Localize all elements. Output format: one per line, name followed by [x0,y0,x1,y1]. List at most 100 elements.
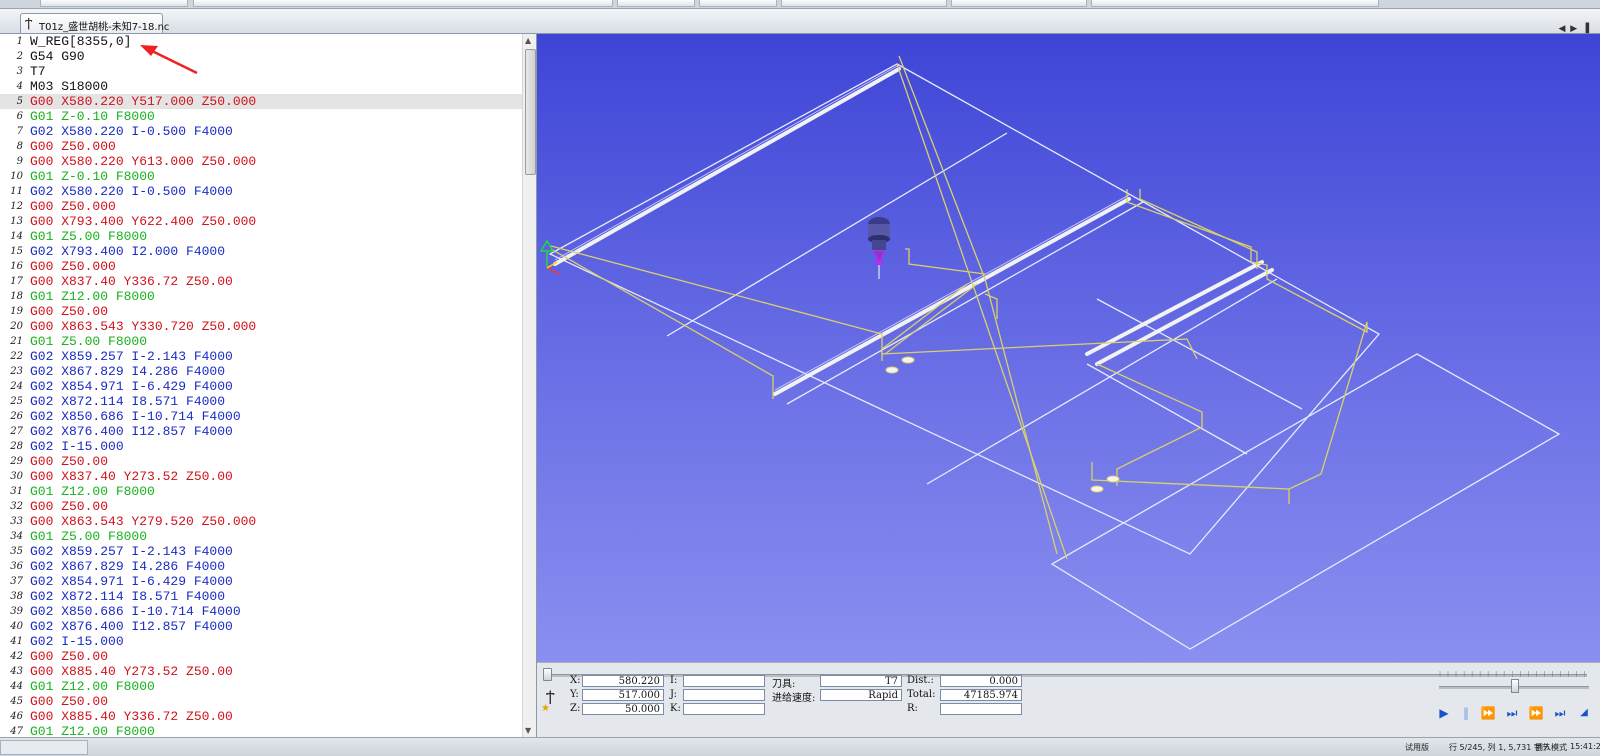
code-line[interactable]: 44 G01 Z12.00 F8000 [0,679,522,694]
code-line[interactable]: 34 G01 Z5.00 F8000 [0,529,522,544]
tab-nav-arrows-icon[interactable]: ◀ ▶ ▐ [1559,24,1591,34]
code-line[interactable]: 22 G02 X859.257 I-2.143 F4000 [0,349,522,364]
toolbar-dropdown-other[interactable] [951,0,1087,7]
code-text: G00 Z50.00 [30,694,109,709]
code-text: G01 Z12.00 F8000 [30,679,155,694]
code-line[interactable]: 30 G00 X837.40 Y273.52 Z50.00 [0,469,522,484]
code-line[interactable]: 45 G00 Z50.00 [0,694,522,709]
code-line[interactable]: 4 M03 S18000 [0,79,522,94]
code-line[interactable]: 26 G02 X850.686 I-10.714 F4000 [0,409,522,424]
code-line[interactable]: 13 G00 X793.400 Y622.400 Z50.000 [0,214,522,229]
status-left-pane [0,740,88,755]
code-line[interactable]: 39 G02 X850.686 I-10.714 F4000 [0,604,522,619]
code-line[interactable]: 8 G00 Z50.000 [0,139,522,154]
code-text: G02 X867.829 I4.286 F4000 [30,364,226,379]
y-label: Y: [570,689,579,700]
code-line[interactable]: 17 G00 X837.40 Y336.72 Z50.00 [0,274,522,289]
code-line[interactable]: 28 G02 I-15.000 [0,439,522,454]
code-line[interactable]: 36 G02 X867.829 I4.286 F4000 [0,559,522,574]
code-text: G00 Z50.000 [30,139,116,154]
code-line[interactable]: 10 G01 Z-0.10 F8000 [0,169,522,184]
line-number: 23 [10,366,23,377]
code-line[interactable]: 33 G00 X863.543 Y279.520 Z50.000 [0,514,522,529]
code-text: G00 X885.40 Y273.52 Z50.00 [30,664,233,679]
code-line[interactable]: 38 G02 X872.114 I8.571 F4000 [0,589,522,604]
toolbar-dropdown-solid[interactable] [781,0,947,7]
step-forward-icon[interactable]: ⏩ [1480,705,1496,721]
code-line[interactable]: 47 G01 Z12.00 F8000 [0,724,522,737]
code-line[interactable]: 21 G01 Z5.00 F8000 [0,334,522,349]
step-end-icon[interactable]: ⏭ [1552,705,1568,721]
code-line[interactable]: 18 G01 Z12.00 F8000 [0,289,522,304]
code-line[interactable]: 15 G02 X793.400 I2.000 F4000 [0,244,522,259]
scroll-down-icon[interactable]: ▼ [525,726,531,735]
code-line[interactable]: 12 G00 Z50.000 [0,199,522,214]
line-number: 38 [10,591,23,602]
feed-field: Rapid [820,689,902,701]
code-line[interactable]: 42 G00 Z50.00 [0,649,522,664]
line-number: 45 [10,696,23,707]
i-label: I: [670,675,678,686]
code-text: G02 I-15.000 [30,634,124,649]
step-tool-icon[interactable]: ⏭ [1504,705,1520,721]
code-line[interactable]: 9 G00 X580.220 Y613.000 Z50.000 [0,154,522,169]
red-annotation-arrow [140,45,198,75]
code-line[interactable]: 5 G00 X580.220 Y517.000 Z50.000 [0,94,522,109]
speed-slider-thumb[interactable] [1511,679,1519,693]
code-line[interactable]: 24 G02 X854.971 I-6.429 F4000 [0,379,522,394]
pause-icon[interactable]: ‖ [1458,705,1474,721]
i-field [683,675,765,687]
line-number: 12 [10,201,23,212]
step-z-icon[interactable]: ⏩ [1528,705,1544,721]
code-line[interactable]: 31 G01 Z12.00 F8000 [0,484,522,499]
toolbar-dropdown-toolpath[interactable] [617,0,695,7]
line-number: 4 [16,81,23,92]
gcode-editor[interactable]: 1 W_REG[8355,0] 2 G54 G90 3 T7 4 M03 S18000 5 G00… [0,34,537,737]
line-number: 20 [10,321,23,332]
status-time: 15:41:20 [1570,742,1600,751]
code-text: G01 Z12.00 F8000 [30,289,155,304]
toolpath-3d-viewport[interactable] [537,34,1600,662]
code-line[interactable]: 23 G02 X867.829 I4.286 F4000 [0,364,522,379]
line-number: 13 [10,216,23,227]
code-line[interactable]: 19 G00 Z50.00 [0,304,522,319]
line-number: 46 [10,711,23,722]
code-text: G01 Z5.00 F8000 [30,334,148,349]
rapid-moves [550,55,1368,560]
code-line[interactable]: 6 G01 Z-0.10 F8000 [0,109,522,124]
code-text: G02 X854.971 I-6.429 F4000 [30,574,233,589]
code-line[interactable]: 41 G02 I-15.000 [0,634,522,649]
toolbar-dropdown-search[interactable] [1091,0,1379,7]
code-line[interactable]: 46 G00 X885.40 Y336.72 Z50.00 [0,709,522,724]
code-line[interactable]: 7 G02 X580.220 I-0.500 F4000 [0,124,522,139]
line-number: 25 [10,396,23,407]
code-text: G00 X863.543 Y279.520 Z50.000 [30,514,257,529]
code-line[interactable]: 35 G02 X859.257 I-2.143 F4000 [0,544,522,559]
resize-grip-icon[interactable]: ◢ [1576,705,1592,721]
progress-slider-thumb[interactable] [543,668,552,681]
code-line[interactable]: 40 G02 X876.400 I12.857 F4000 [0,619,522,634]
status-insert: 插入模式 [1535,743,1567,752]
toolbar-dropdown-view[interactable] [193,0,613,7]
toolbar-dropdown-tool[interactable] [699,0,777,7]
editor-scrollbar[interactable]: ▲ ▼ [522,34,536,737]
code-line[interactable]: 32 G00 Z50.00 [0,499,522,514]
code-text: G01 Z-0.10 F8000 [30,109,155,124]
code-text: G00 X580.220 Y613.000 Z50.000 [30,154,257,169]
scrollbar-thumb[interactable] [525,49,536,175]
code-line[interactable]: 37 G02 X854.971 I-6.429 F4000 [0,574,522,589]
code-line[interactable]: 11 G02 X580.220 I-0.500 F4000 [0,184,522,199]
code-line[interactable]: 16 G00 Z50.000 [0,259,522,274]
play-icon[interactable]: ▶ [1436,705,1452,721]
code-line[interactable]: 14 G01 Z5.00 F8000 [0,229,522,244]
code-line[interactable]: 25 G02 X872.114 I8.571 F4000 [0,394,522,409]
line-number: 31 [10,486,23,497]
code-line[interactable]: 27 G02 X876.400 I12.857 F4000 [0,424,522,439]
code-text: G00 X837.40 Y336.72 Z50.00 [30,274,233,289]
code-line[interactable]: 29 G00 Z50.00 [0,454,522,469]
scroll-up-icon[interactable]: ▲ [525,36,531,45]
y-field: 517.000 [582,689,664,701]
code-line[interactable]: 20 G00 X863.543 Y330.720 Z50.000 [0,319,522,334]
code-line[interactable]: 43 G00 X885.40 Y273.52 Z50.00 [0,664,522,679]
code-text: G02 X793.400 I2.000 F4000 [30,244,226,259]
